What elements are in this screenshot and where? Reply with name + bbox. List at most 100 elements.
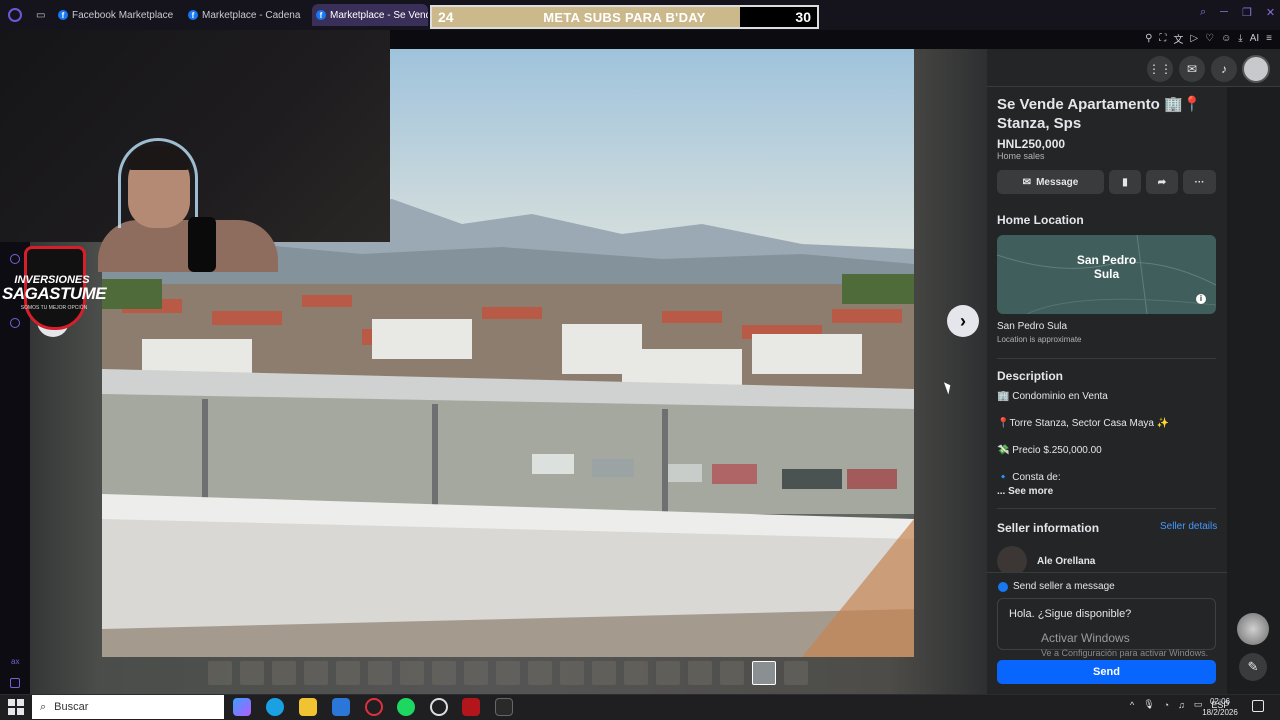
activate-windows-subtitle: Ve a Configuración para activar Windows. xyxy=(1041,648,1209,658)
description-line: 🔹 Consta de: xyxy=(997,472,1061,483)
listing-title: Se Vende Apartamento 🏢📍 Stanza, Sps xyxy=(997,96,1202,132)
notifications-button[interactable]: ♪ xyxy=(1211,56,1237,82)
photo-thumbnail[interactable] xyxy=(560,661,584,685)
window-controls: ⌕ ─ ❐ ✕ xyxy=(1200,6,1275,19)
more-options-button[interactable]: ··· xyxy=(1183,170,1216,194)
subs-goal-target: 30 xyxy=(795,9,811,25)
section-divider xyxy=(997,508,1216,509)
message-button[interactable]: ✉ Message xyxy=(997,170,1104,194)
taskbar-search-box[interactable]: ⌕ Buscar xyxy=(32,695,224,719)
send-button[interactable]: Send xyxy=(997,660,1216,684)
obs-app-icon[interactable] xyxy=(430,698,448,716)
inversiones-sagastume-logo: INVERSIONES SAGASTUME SOMOS TU MEJOR OPC… xyxy=(2,244,107,334)
store-app-icon[interactable] xyxy=(332,698,350,716)
file-explorer-icon[interactable] xyxy=(299,698,317,716)
seller-details-link[interactable]: Seller details xyxy=(1160,521,1217,532)
browser-toolbar: ⚲ ⛶ 文 ▷ ♡ ☺ ⤓ AI ≡ xyxy=(1090,30,1280,46)
heart-icon[interactable]: ♡ xyxy=(1205,33,1214,44)
menu-icon[interactable]: ≡ xyxy=(1266,33,1272,44)
info-icon[interactable]: i xyxy=(1196,294,1206,304)
next-photo-button[interactable]: › xyxy=(947,305,979,337)
location-note: Location is approximate xyxy=(997,335,1082,344)
messenger-button[interactable]: ✉ xyxy=(1179,56,1205,82)
tab-label: Marketplace - Se Vende A xyxy=(330,9,428,21)
photo-thumbnail[interactable] xyxy=(464,661,488,685)
see-more-link[interactable]: ... See more xyxy=(997,486,1053,497)
search-icon[interactable]: ⌕ xyxy=(1200,6,1206,19)
location-map[interactable]: San Pedro Sula i xyxy=(997,235,1216,314)
edge-app-icon[interactable] xyxy=(266,698,284,716)
windows-start-icon[interactable] xyxy=(8,699,24,715)
minimize-icon[interactable]: ─ xyxy=(1220,6,1228,19)
notifications-icon[interactable] xyxy=(1252,700,1264,712)
photo-thumbnail[interactable] xyxy=(432,661,456,685)
photo-thumbnail[interactable] xyxy=(784,661,808,685)
taskbar-clock[interactable]: 02:06 18/2/2026 xyxy=(1198,696,1242,718)
listing-price: HNL250,000 xyxy=(997,137,1066,151)
floating-chat-head[interactable] xyxy=(1237,613,1269,645)
home-location-heading: Home Location xyxy=(997,213,1084,227)
photo-thumbnail[interactable] xyxy=(368,661,392,685)
save-button[interactable]: ▮ xyxy=(1109,170,1141,194)
photo-thumbnail[interactable] xyxy=(720,661,744,685)
sidebar-label: ax xyxy=(11,657,20,666)
photo-thumbnail[interactable] xyxy=(752,661,776,685)
tab-label: Marketplace - Cadena de xyxy=(202,9,302,21)
snapshot-icon[interactable]: ⛶ xyxy=(1159,33,1166,44)
subs-goal-bar: 24 META SUBS PARA B'DAY 30 xyxy=(430,5,819,29)
search-icon: ⌕ xyxy=(40,700,47,713)
account-avatar[interactable] xyxy=(1242,55,1270,83)
photo-thumbnail[interactable] xyxy=(688,661,712,685)
right-scroll-gutter xyxy=(1226,49,1280,694)
chevron-up-icon[interactable]: ^ xyxy=(1130,700,1134,710)
photo-thumbnail[interactable] xyxy=(208,661,232,685)
new-message-button[interactable]: ✎ xyxy=(1239,653,1267,681)
profile-icon[interactable]: ☺ xyxy=(1221,33,1231,44)
close-icon[interactable]: ✕ xyxy=(1266,6,1275,19)
headphones-icon xyxy=(118,138,198,228)
restore-icon[interactable]: ❐ xyxy=(1242,6,1252,19)
opera-menu-button[interactable] xyxy=(8,4,22,26)
microphone-icon[interactable]: 🎙 xyxy=(1143,699,1154,710)
translate-icon[interactable]: 文 xyxy=(1173,31,1183,46)
photo-thumbnail[interactable] xyxy=(624,661,648,685)
volume-icon[interactable]: ♫ xyxy=(1178,700,1185,710)
share-icon: ➦ xyxy=(1157,176,1167,188)
opera-logo-icon xyxy=(8,8,22,22)
tab-overview-icon[interactable]: ▭ xyxy=(36,4,45,26)
share-button[interactable]: ➦ xyxy=(1146,170,1178,194)
photo-thumbnail[interactable] xyxy=(528,661,552,685)
photo-thumbnail[interactable] xyxy=(400,661,424,685)
pin-icon[interactable]: ⚲ xyxy=(1145,33,1152,44)
opera-app-icon[interactable] xyxy=(365,698,383,716)
download-icon[interactable]: ⤓ xyxy=(1238,33,1242,44)
menu-grid-button[interactable]: ⋮⋮ xyxy=(1147,56,1173,82)
activate-windows-title: Activar Windows xyxy=(1041,631,1130,645)
spotify-app-icon[interactable] xyxy=(397,698,415,716)
photo-thumbnail[interactable] xyxy=(272,661,296,685)
photo-thumbnail[interactable] xyxy=(240,661,264,685)
tab-marketplace-se-vende[interactable]: f Marketplace - Se Vende A xyxy=(312,4,428,26)
photo-thumbnail[interactable] xyxy=(304,661,328,685)
play-icon[interactable]: ▷ xyxy=(1190,33,1198,44)
compose-icon: ✎ xyxy=(1247,659,1259,674)
tab-marketplace-cadena[interactable]: f Marketplace - Cadena de xyxy=(188,4,302,26)
wifi-icon[interactable]: ◔ xyxy=(1164,700,1169,710)
listing-category: Home sales xyxy=(997,151,1045,161)
capcut-app-icon[interactable] xyxy=(462,698,480,716)
seller-name[interactable]: Ale Orellana xyxy=(1037,556,1095,567)
ai-button[interactable]: AI xyxy=(1250,33,1259,44)
epic-games-app-icon[interactable] xyxy=(495,698,513,716)
photo-thumbnail[interactable] xyxy=(496,661,520,685)
photo-thumbnail[interactable] xyxy=(656,661,680,685)
logo-text-line2: SAGASTUME xyxy=(2,284,107,303)
photo-thumbnail[interactable] xyxy=(592,661,616,685)
taskbar-search-placeholder: Buscar xyxy=(54,701,89,713)
tab-facebook-marketplace[interactable]: f Facebook Marketplace | Fa xyxy=(58,4,176,26)
map-label-line1: San Pedro xyxy=(1076,253,1137,267)
description-line: 💸 Precio $.250,000.00 xyxy=(997,445,1102,456)
copilot-app-icon[interactable] xyxy=(233,698,251,716)
photo-thumbnail[interactable] xyxy=(336,661,360,685)
more-icon[interactable] xyxy=(10,678,20,688)
seller-info-heading: Seller information xyxy=(997,521,1100,535)
